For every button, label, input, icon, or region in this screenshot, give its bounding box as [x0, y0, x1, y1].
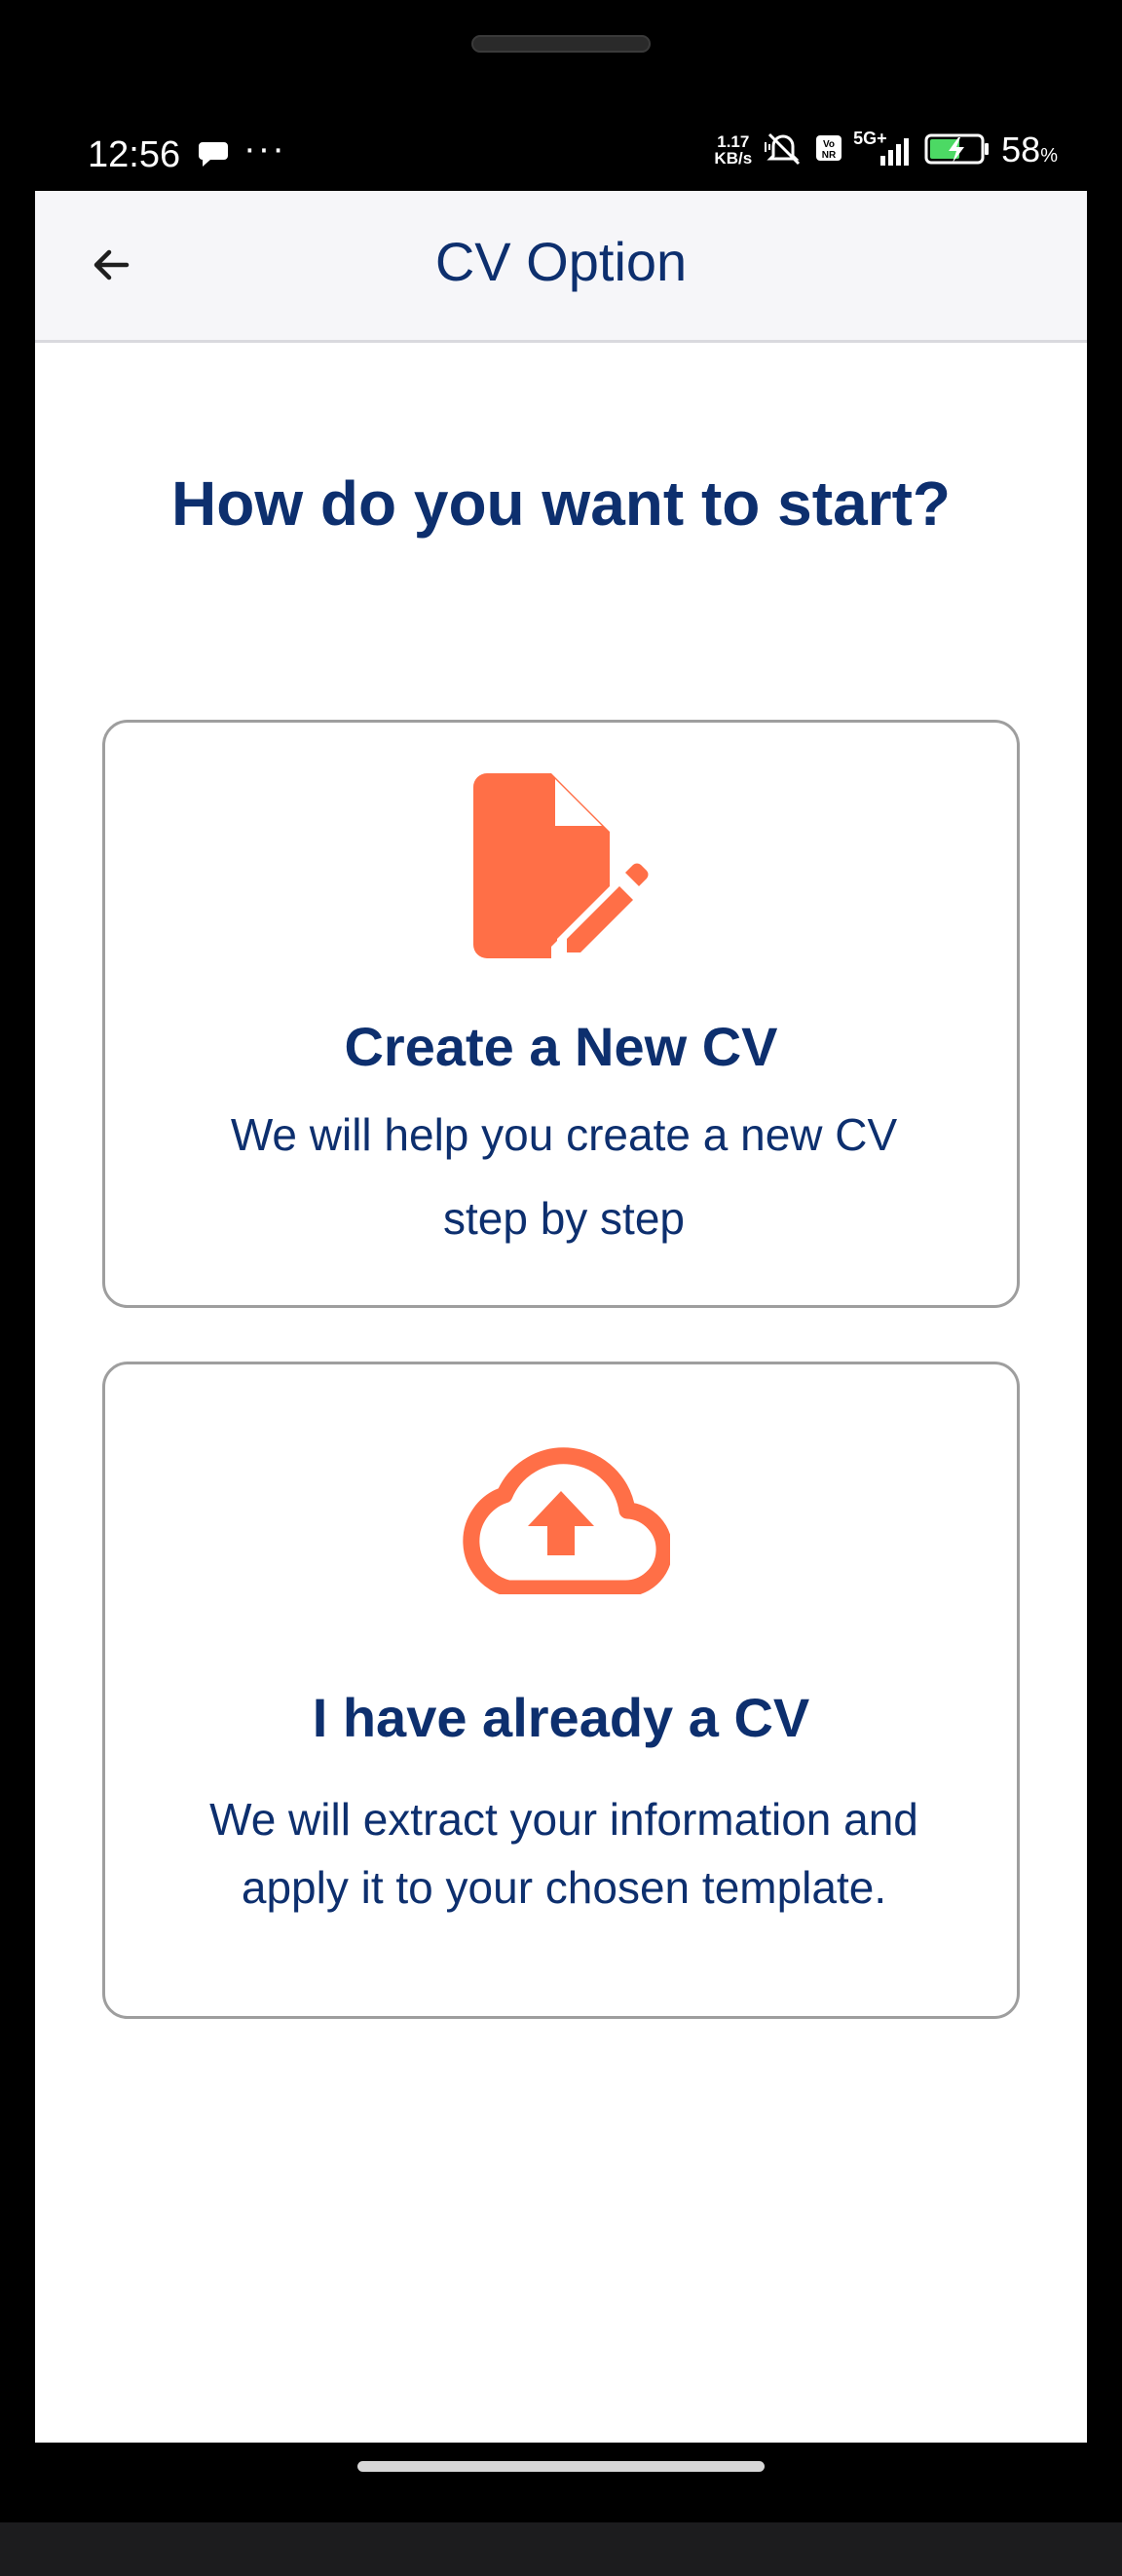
status-time: 12:56 [88, 134, 181, 175]
battery-percent-value: 58 [1001, 130, 1041, 169]
battery-percent-unit: % [1040, 145, 1058, 167]
option-description: We will extract your information and app… [209, 1794, 918, 1913]
existing-cv-option[interactable]: I have already a CV We will extract your… [102, 1362, 1020, 2019]
svg-text:Vo: Vo [823, 139, 835, 150]
battery-charging-icon [923, 131, 991, 170]
network-speed: 1.17 KB/s [714, 133, 752, 167]
option-description: We will help you create a new CV step by… [230, 1109, 898, 1244]
network-speed-unit: KB/s [714, 149, 753, 168]
home-indicator[interactable] [357, 2461, 765, 2472]
option-title: I have already a CV [312, 1687, 810, 1748]
cloud-upload-icon [105, 1446, 1017, 1594]
edit-document-icon [105, 773, 1017, 958]
volte-icon: Vo NR [814, 131, 843, 169]
network-speed-value: 1.17 [717, 132, 750, 151]
more-dots-icon: ··· [243, 129, 286, 169]
svg-text:NR: NR [822, 150, 837, 161]
mute-icon [762, 129, 804, 172]
page-title: CV Option [434, 231, 688, 292]
device-bezel [0, 2522, 1122, 2576]
chat-bubble-icon [197, 136, 230, 174]
signal-icon: 5G+ [853, 129, 914, 169]
start-heading: How do you want to start? [171, 468, 951, 539]
earpiece-speaker [471, 35, 651, 53]
status-bar: 12:56 ··· 1.17 KB/s Vo NR 5G+ 58% [35, 107, 1087, 195]
option-title: Create a New CV [344, 1016, 778, 1077]
battery-percent: 58% [1001, 130, 1058, 170]
app-bar: CV Option [35, 191, 1087, 343]
create-new-cv-option[interactable]: Create a New CV We will help you create … [102, 720, 1020, 1308]
app-screen: CV Option How do you want to start? Crea… [35, 191, 1087, 2443]
